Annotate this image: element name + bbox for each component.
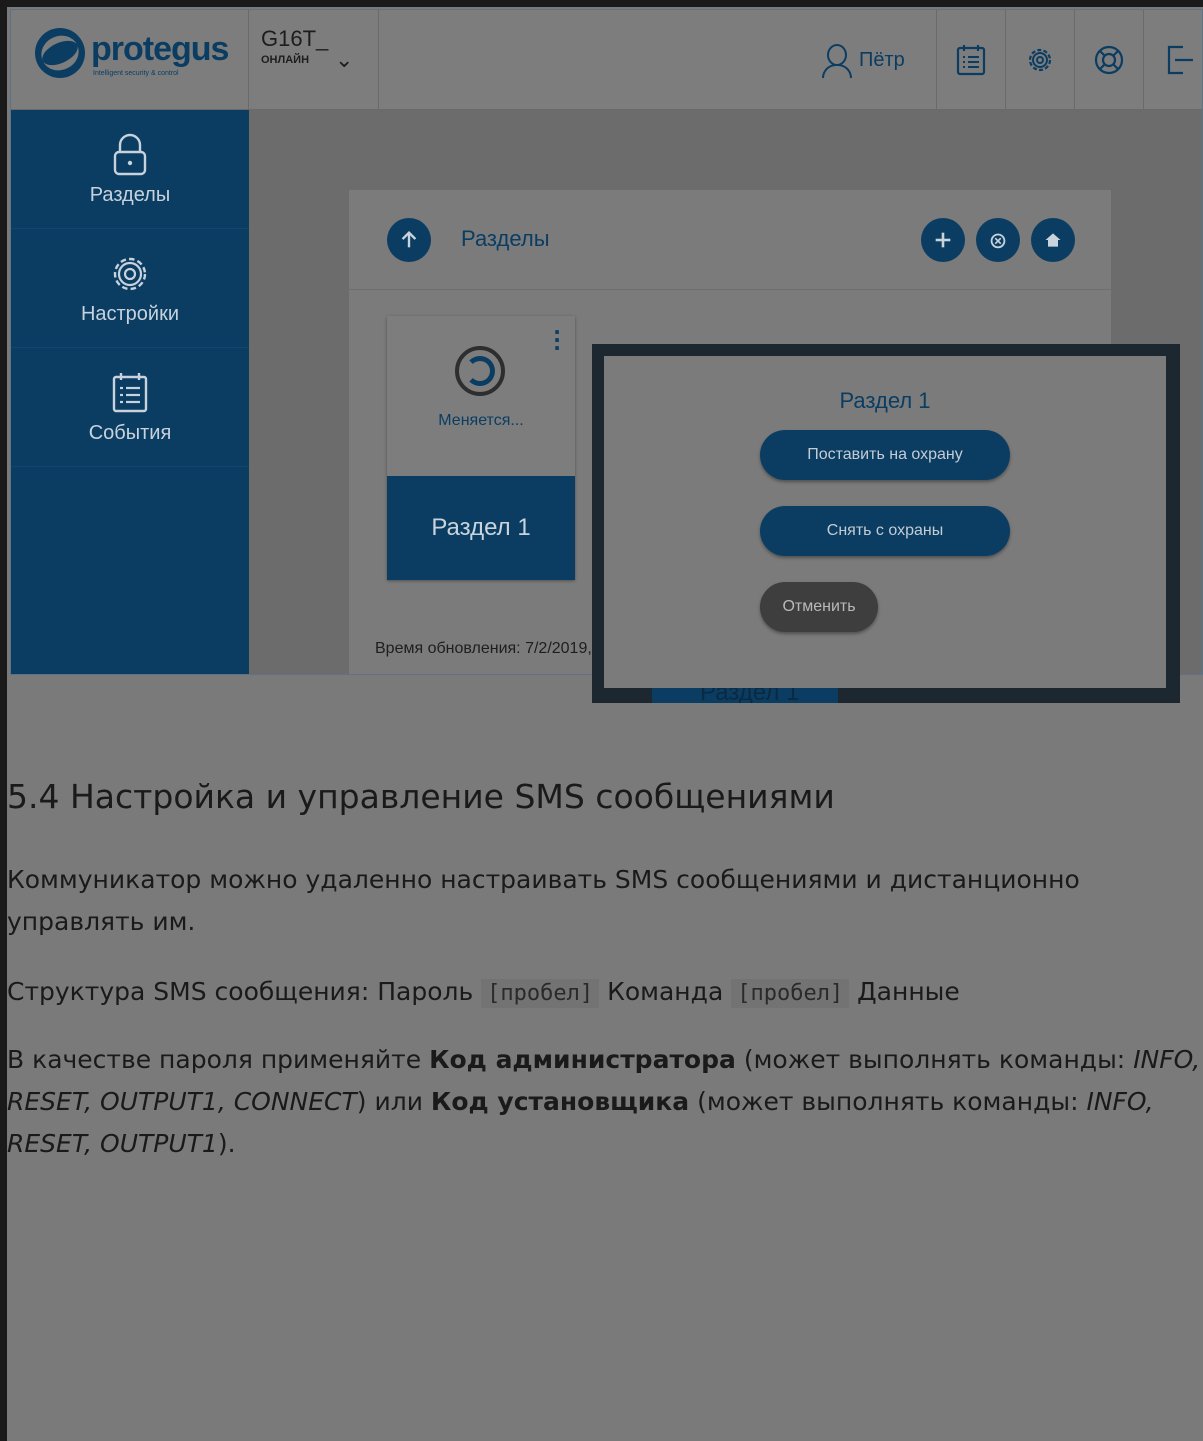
section-modal-frame: Раздел 1 Раздел 1 Поставить на охрану Сн… (592, 344, 1180, 703)
logout-icon (1167, 45, 1193, 75)
sms-structure-intro: Структура SMS сообщения: Пароль (7, 977, 482, 1006)
sidebar: Разделы Настройки События (11, 110, 249, 674)
paragraph-passwords: В качестве пароля применяйте Код админис… (7, 1039, 1203, 1165)
top-bar: protegus Intelligent security & control … (11, 10, 1202, 110)
help-button[interactable] (1074, 10, 1143, 110)
passwords-text: (может выполнять команды: (689, 1087, 1087, 1116)
sidebar-item-events[interactable]: События (11, 348, 249, 467)
protegus-logo-icon (35, 28, 85, 78)
paragraph-sms-structure: Структура SMS сообщения: Пароль [пробел]… (7, 971, 1203, 1013)
add-button[interactable] (921, 218, 965, 262)
space-token: [пробел] (731, 979, 850, 1008)
sms-structure-data: Данные (849, 977, 960, 1006)
sms-structure-command: Команда (599, 977, 732, 1006)
passwords-text: ). (217, 1129, 236, 1158)
device-status: ОНЛАЙН (261, 54, 310, 66)
home-button[interactable] (1031, 218, 1075, 262)
loading-spinner-icon (455, 346, 505, 396)
events-button[interactable] (936, 10, 1005, 110)
sidebar-item-label: События (88, 421, 172, 444)
user-name: Пётр (859, 48, 905, 71)
user-menu[interactable]: Пётр (821, 38, 905, 82)
sidebar-item-label: Разделы (89, 183, 171, 206)
home-icon (1045, 233, 1061, 247)
plus-icon (935, 232, 951, 248)
section-card[interactable]: · · · Меняется... Раздел 1 (387, 316, 575, 580)
settings-button[interactable] (1005, 10, 1074, 110)
gear-icon (113, 257, 147, 290)
section-modal: Раздел 1 Поставить на охрану Снять с охр… (604, 356, 1166, 688)
events-list-icon (956, 45, 986, 76)
arrow-up-icon (401, 230, 417, 248)
modal-title: Раздел 1 (839, 388, 931, 413)
installer-code-term: Код установщика (430, 1087, 690, 1116)
alarm-button[interactable] (976, 218, 1020, 262)
calendar-list-icon (112, 372, 148, 412)
panel-header: Разделы (349, 190, 1111, 290)
sidebar-item-label: Настройки (80, 302, 180, 325)
passwords-text: В качестве пароля применяйте (7, 1045, 430, 1074)
passwords-text: (может выполнять команды: (735, 1045, 1134, 1074)
cancel-button[interactable]: Отменить (760, 582, 878, 632)
space-token: [пробел] (481, 979, 600, 1008)
chevron-down-icon[interactable]: ⌄ (335, 48, 353, 73)
document-page: protegus Intelligent security & control … (7, 7, 1203, 1441)
alarm-clock-icon (990, 233, 1006, 249)
panel-title: Разделы (461, 226, 550, 251)
card-status: Меняется... (438, 412, 524, 429)
disarm-button[interactable]: Снять с охраны (760, 506, 1010, 556)
logo-name: protegus (91, 30, 229, 68)
arm-button[interactable]: Поставить на охрану (760, 430, 1010, 480)
update-time: Время обновления: 7/2/2019, (375, 640, 592, 657)
device-selector[interactable]: G16T_ ОНЛАЙН ⌄ (249, 10, 379, 110)
gear-icon (1028, 48, 1052, 72)
device-name: G16T_ (261, 26, 329, 51)
passwords-text: ) или (356, 1087, 431, 1116)
logo[interactable]: protegus Intelligent security & control (11, 10, 249, 110)
section-heading: 5.4 Настройка и управление SMS сообщения… (7, 777, 835, 816)
card-name: Раздел 1 (387, 476, 575, 580)
more-vert-icon[interactable]: · · · (553, 322, 561, 358)
user-icon (821, 42, 852, 78)
back-button[interactable] (387, 218, 431, 262)
sidebar-item-sections[interactable]: Разделы (11, 110, 249, 229)
lock-icon (113, 133, 147, 175)
paragraph-intro: Коммуникатор можно удаленно настраивать … (7, 865, 1080, 936)
admin-code-term: Код администратора (429, 1045, 736, 1074)
logout-button[interactable] (1143, 10, 1202, 110)
lifebuoy-icon (1094, 45, 1124, 75)
logo-tagline: Intelligent security & control (93, 70, 179, 77)
sidebar-item-settings[interactable]: Настройки (11, 229, 249, 348)
